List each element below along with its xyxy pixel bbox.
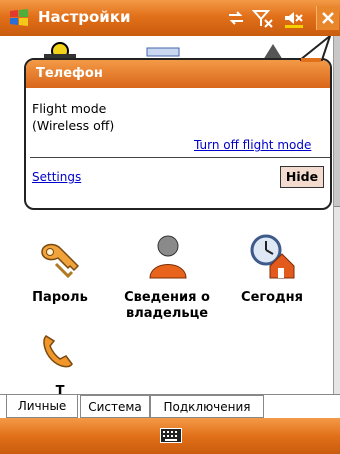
start-menu-icon[interactable] <box>8 7 30 29</box>
hide-button[interactable]: Hide <box>280 166 324 188</box>
notification-header: Телефон <box>26 60 330 88</box>
notification-pointer <box>300 36 332 62</box>
speaker-off-icon[interactable] <box>282 8 306 28</box>
app-label-owner-info-line1: Сведения о <box>124 290 210 305</box>
notification-bubble: Телефон Flight mode (Wireless off) Turn … <box>24 58 332 210</box>
input-icon[interactable] <box>146 44 180 58</box>
window-title: Настройки <box>38 8 131 26</box>
app-label-phone[interactable]: Т <box>22 384 98 394</box>
tab-connections[interactable]: Подключения <box>150 395 264 418</box>
app-label-owner-info-line2: владельце <box>125 306 209 321</box>
today-icon[interactable] <box>248 232 296 280</box>
phone-icon[interactable] <box>40 332 74 370</box>
app-label-owner-info[interactable]: Сведения о владельце <box>112 290 222 322</box>
keyboard-icon[interactable] <box>160 428 182 443</box>
close-icon <box>322 12 334 24</box>
owner-info-icon[interactable] <box>148 234 188 280</box>
title-bar: Настройки <box>0 0 340 36</box>
turn-off-flight-mode-link[interactable]: Turn off flight mode <box>194 138 311 152</box>
tab-bar: Личные Система Подключения <box>0 394 340 419</box>
signal-off-icon[interactable] <box>252 8 274 28</box>
settings-link[interactable]: Settings <box>32 170 81 184</box>
sync-icon[interactable] <box>226 8 246 28</box>
tab-system[interactable]: Система <box>80 395 150 418</box>
vertical-scrollbar[interactable] <box>333 36 340 394</box>
bottom-menu-bar <box>0 418 340 454</box>
keys-icon[interactable] <box>38 236 82 280</box>
notification-message: Flight mode (Wireless off) <box>32 100 114 134</box>
notification-message-line1: Flight mode <box>32 101 107 116</box>
notification-title: Телефон <box>36 66 103 81</box>
notification-divider <box>30 157 330 158</box>
app-label-today[interactable]: Сегодня <box>232 290 312 306</box>
notification-message-line2: (Wireless off) <box>32 118 115 133</box>
close-button[interactable] <box>316 6 339 30</box>
tab-personal[interactable]: Личные <box>6 395 78 418</box>
scroll-thumb[interactable] <box>334 36 340 207</box>
app-label-password[interactable]: Пароль <box>22 290 98 306</box>
